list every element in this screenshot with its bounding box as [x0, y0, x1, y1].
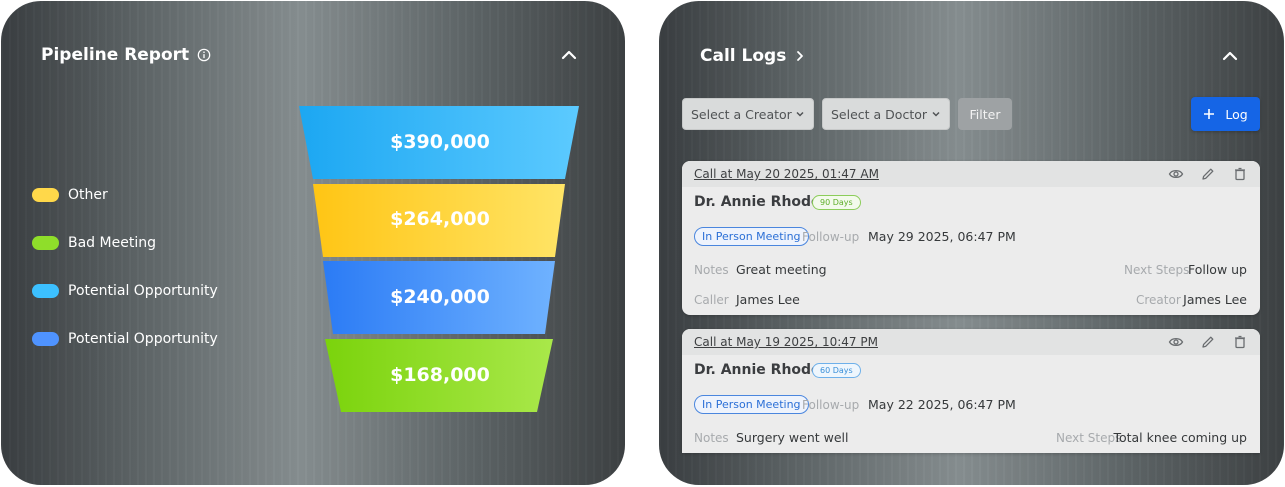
card-actions — [1168, 166, 1248, 182]
call-log-card: Call at May 20 2025, 01:47 AM Dr. Annie … — [682, 161, 1260, 315]
legend-swatch — [32, 188, 59, 202]
days-badge: 60 Days — [812, 363, 861, 378]
pipeline-title: Pipeline Report — [41, 45, 190, 65]
meeting-type-badge: In Person Meeting — [694, 227, 809, 246]
notes-value: Great meeting — [736, 262, 827, 277]
filter-button[interactable]: Filter — [958, 98, 1012, 130]
add-log-label: Log — [1225, 106, 1248, 122]
legend-label: Potential Opportunity — [68, 283, 218, 299]
creator-label: Creator — [1136, 293, 1181, 307]
legend-label: Bad Meeting — [68, 235, 156, 251]
call-logs-panel: Call Logs Select a Creator Select a Doct… — [659, 1, 1284, 485]
doctor-select[interactable]: Select a Doctor — [822, 98, 950, 130]
creator-select[interactable]: Select a Creator — [682, 98, 814, 130]
pipeline-report-panel: Pipeline Report Other Bad Meeting Potent… — [1, 1, 625, 485]
collapse-chevron-icon[interactable] — [560, 46, 578, 64]
call-log-card-header: Call at May 20 2025, 01:47 AM — [682, 161, 1260, 187]
notes-label: Notes — [694, 431, 729, 445]
chevron-down-icon — [796, 111, 804, 117]
next-steps-label: Next Steps — [1124, 263, 1190, 277]
caller-label: Caller — [694, 293, 729, 307]
edit-pencil-icon[interactable] — [1200, 334, 1216, 350]
legend-swatch — [32, 332, 59, 346]
funnel-stage-3-value: $240,000 — [390, 286, 490, 308]
call-time-link[interactable]: Call at May 19 2025, 10:47 PM — [694, 335, 878, 349]
eye-icon[interactable] — [1168, 334, 1184, 350]
eye-icon[interactable] — [1168, 166, 1184, 182]
call-log-card-header: Call at May 19 2025, 10:47 PM — [682, 329, 1260, 355]
legend-swatch — [32, 236, 59, 250]
add-log-button[interactable]: Log — [1191, 97, 1260, 131]
call-logs-title-row[interactable]: Call Logs — [700, 46, 806, 66]
doctor-select-placeholder: Select a Doctor — [831, 106, 928, 122]
trash-icon[interactable] — [1232, 166, 1248, 182]
legend-label: Other — [68, 187, 108, 203]
notes-label: Notes — [694, 263, 729, 277]
funnel-stage-2-value: $264,000 — [390, 208, 490, 230]
collapse-chevron-icon[interactable] — [1221, 47, 1239, 65]
pipeline-funnel-chart: $390,000 $264,000 $240,000 $168,000 — [299, 106, 579, 412]
days-badge: 90 Days — [812, 195, 861, 210]
followup-label: Follow-up — [802, 230, 860, 244]
funnel-stage-1-value: $390,000 — [390, 131, 490, 153]
legend-item-other: Other — [32, 187, 108, 203]
next-steps-value: Follow up — [1187, 262, 1247, 277]
creator-value: James Lee — [1183, 292, 1247, 307]
edit-pencil-icon[interactable] — [1200, 166, 1216, 182]
followup-value: May 22 2025, 06:47 PM — [868, 397, 1016, 412]
chevron-right-icon[interactable] — [794, 50, 806, 62]
legend-item-bad-meeting: Bad Meeting — [32, 235, 156, 251]
doctor-name: Dr. Annie Rhode — [694, 362, 821, 378]
legend-label: Potential Opportunity — [68, 331, 218, 347]
caller-value: James Lee — [736, 292, 800, 307]
info-icon[interactable] — [197, 48, 211, 62]
pipeline-title-row: Pipeline Report — [41, 45, 211, 65]
card-actions — [1168, 334, 1248, 350]
call-logs-title[interactable]: Call Logs — [700, 46, 786, 66]
chevron-down-icon — [932, 111, 940, 117]
next-steps-label: Next Steps — [1056, 431, 1122, 445]
legend-item-potential-opportunity: Potential Opportunity — [32, 283, 218, 299]
call-time-link[interactable]: Call at May 20 2025, 01:47 AM — [694, 167, 879, 181]
next-steps-value: Total knee coming up — [1113, 430, 1247, 445]
trash-icon[interactable] — [1232, 334, 1248, 350]
followup-value: May 29 2025, 06:47 PM — [868, 229, 1016, 244]
meeting-type-badge: In Person Meeting — [694, 395, 809, 414]
call-log-card: Call at May 19 2025, 10:47 PM Dr. Annie … — [682, 329, 1260, 453]
doctor-name: Dr. Annie Rhode — [694, 194, 821, 210]
creator-select-placeholder: Select a Creator — [691, 106, 792, 122]
legend-swatch — [32, 284, 59, 298]
funnel-stage-4-value: $168,000 — [390, 364, 490, 386]
legend-item-potential-opportunity-2: Potential Opportunity — [32, 331, 218, 347]
followup-label: Follow-up — [802, 398, 860, 412]
plus-icon — [1204, 109, 1215, 119]
notes-value: Surgery went well — [736, 430, 849, 445]
